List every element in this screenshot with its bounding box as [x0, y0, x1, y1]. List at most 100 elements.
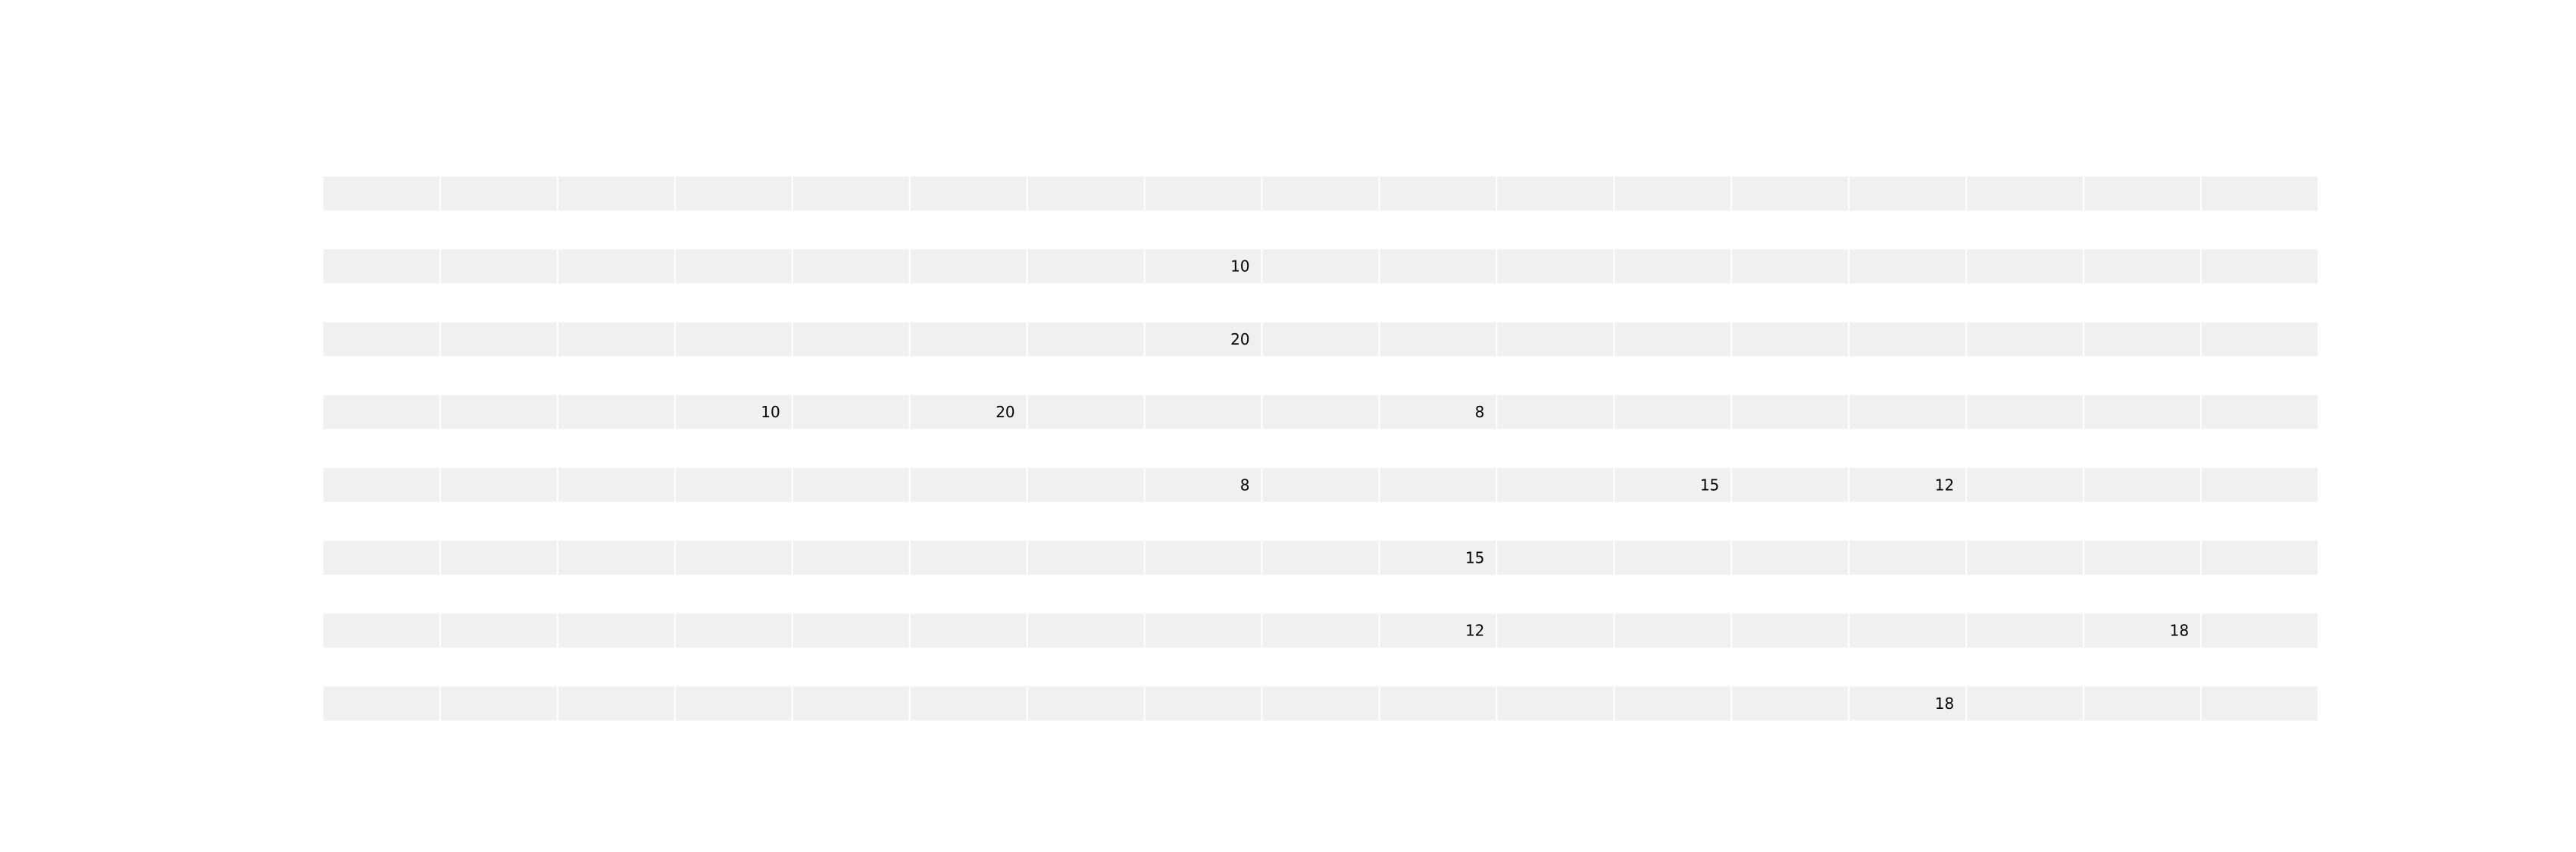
table-cell	[674, 539, 793, 576]
table-cell	[2083, 175, 2202, 212]
table-cell	[439, 320, 558, 358]
cell-value: 8	[1475, 403, 1485, 421]
table-cell	[791, 320, 911, 358]
table-cell	[791, 393, 911, 431]
cell-value: 10	[1230, 257, 1249, 276]
table-cell	[1261, 248, 1380, 286]
table-cell	[1496, 320, 1615, 358]
table-cell	[439, 393, 558, 431]
table-cell	[556, 248, 676, 286]
table-cell	[908, 320, 1028, 358]
table-cell	[791, 248, 911, 286]
table-cell	[1496, 466, 1615, 504]
table-cell	[1143, 393, 1263, 431]
table-cell	[1261, 393, 1380, 431]
table-cell	[1143, 685, 1263, 722]
table-cell	[2083, 539, 2202, 576]
table-cell	[322, 393, 441, 431]
table-cell	[1613, 320, 1733, 358]
table-cell	[674, 320, 793, 358]
table-cell	[1848, 175, 1968, 212]
table-cell	[1848, 393, 1968, 431]
table-row: 18	[322, 685, 2320, 722]
table-cell	[1730, 175, 1850, 212]
table-cell	[2200, 466, 2320, 504]
table-cell	[1848, 612, 1968, 650]
table-cell	[674, 466, 793, 504]
table-cell	[322, 539, 441, 576]
table-cell	[908, 612, 1028, 650]
table-cell	[1261, 685, 1380, 722]
table-cell	[1965, 248, 2085, 286]
table-cell	[1730, 612, 1850, 650]
table-cell	[556, 466, 676, 504]
table-cell	[1613, 175, 1733, 212]
table-cell	[1613, 539, 1733, 576]
table-cell	[2200, 320, 2320, 358]
table-cell	[1261, 539, 1380, 576]
table-cell	[674, 175, 793, 212]
table-cell	[1026, 539, 1146, 576]
table-cell	[908, 175, 1028, 212]
table-cell	[1261, 612, 1380, 650]
table-cell	[1965, 320, 2085, 358]
table-cell	[1378, 685, 1498, 722]
table-cell	[1496, 685, 1615, 722]
table-cell	[439, 175, 558, 212]
cell-value: 10	[761, 403, 780, 421]
table-cell	[2083, 320, 2202, 358]
table-cell	[791, 175, 911, 212]
table-cell	[1730, 539, 1850, 576]
table-cell	[1848, 539, 1968, 576]
table-cell	[1261, 320, 1380, 358]
table-row: 8 15 12	[322, 466, 2320, 504]
table-cell	[1026, 393, 1146, 431]
table-cell	[1613, 248, 1733, 286]
table-row: 20	[322, 320, 2320, 358]
table-cell	[556, 685, 676, 722]
table-row: 15	[322, 539, 2320, 576]
table-cell	[1143, 612, 1263, 650]
table-row	[322, 175, 2320, 212]
table-chart: 10 20 10 20 8 8 15 12 15 12 18 18	[322, 175, 2320, 722]
table-cell	[556, 612, 676, 650]
table-cell	[1965, 685, 2085, 722]
table-cell	[556, 320, 676, 358]
table-cell	[1378, 466, 1498, 504]
table-row: 10	[322, 248, 2320, 286]
table-cell	[1965, 175, 2085, 212]
table-cell	[1496, 393, 1615, 431]
table-cell	[1261, 466, 1380, 504]
table-cell	[1965, 612, 2085, 650]
table-cell	[1143, 539, 1263, 576]
table-cell	[322, 248, 441, 286]
table-cell	[1965, 539, 2085, 576]
cell-value: 12	[1935, 476, 1954, 494]
table-cell	[1730, 393, 1850, 431]
table-cell	[1965, 466, 2085, 504]
table-cell	[1026, 248, 1146, 286]
table-cell	[1261, 175, 1380, 212]
table-cell	[1730, 685, 1850, 722]
table-cell	[439, 612, 558, 650]
table-cell	[1613, 393, 1733, 431]
table-cell	[439, 685, 558, 722]
cell-value: 15	[1700, 476, 1719, 494]
table-cell	[2083, 466, 2202, 504]
table-cell	[322, 175, 441, 212]
table-cell	[2200, 685, 2320, 722]
table-cell	[1496, 612, 1615, 650]
table-cell	[439, 466, 558, 504]
table-cell	[556, 539, 676, 576]
table-cell	[674, 685, 793, 722]
table-cell	[322, 685, 441, 722]
table-cell	[2200, 175, 2320, 212]
table-cell	[439, 539, 558, 576]
cell-value: 18	[2170, 622, 2189, 640]
table-cell	[322, 612, 441, 650]
table-cell	[556, 175, 676, 212]
table-cell	[2083, 685, 2202, 722]
table-cell	[791, 685, 911, 722]
table-cell	[908, 466, 1028, 504]
table-cell	[1378, 248, 1498, 286]
